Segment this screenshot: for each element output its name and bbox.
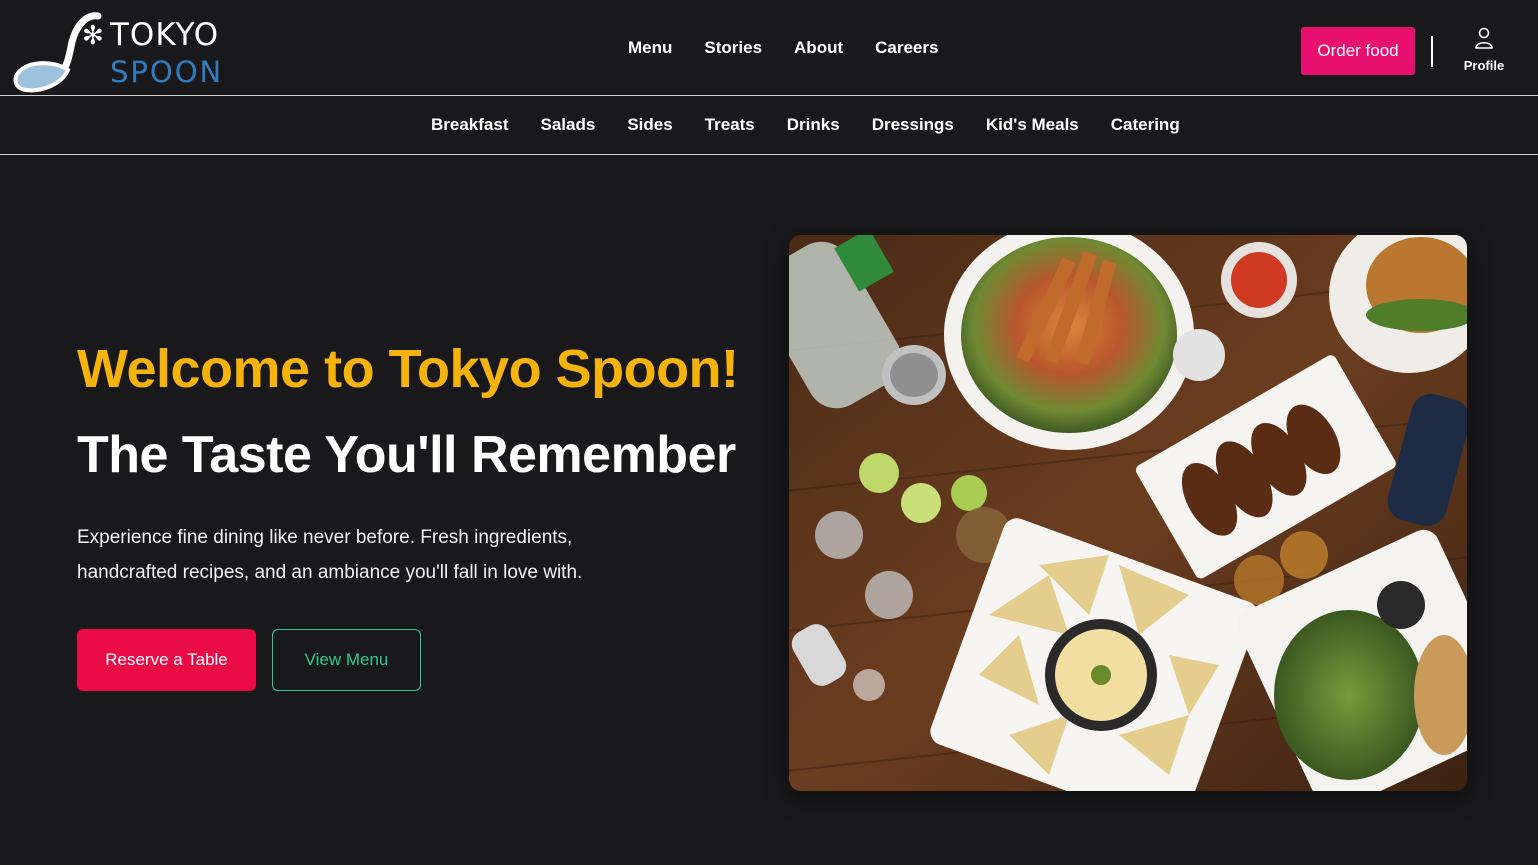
category-dressings[interactable]: Dressings xyxy=(856,113,970,137)
main-nav: Menu Stories About Careers xyxy=(612,36,954,60)
header-divider xyxy=(1431,36,1433,67)
category-catering[interactable]: Catering xyxy=(1095,113,1196,137)
category-drinks[interactable]: Drinks xyxy=(771,113,856,137)
category-sides[interactable]: Sides xyxy=(611,113,688,137)
flower-icon: ✻ xyxy=(82,20,104,50)
top-header: ✻ TOKYO SPOON Menu Stories About Careers… xyxy=(0,0,1538,96)
profile-label: Profile xyxy=(1463,58,1505,73)
category-salads[interactable]: Salads xyxy=(525,113,612,137)
category-nav: Breakfast Salads Sides Treats Drinks Dre… xyxy=(0,96,1538,155)
reserve-table-button[interactable]: Reserve a Table xyxy=(77,629,256,691)
category-kids-meals[interactable]: Kid's Meals xyxy=(970,113,1095,137)
category-treats[interactable]: Treats xyxy=(689,113,771,137)
category-breakfast[interactable]: Breakfast xyxy=(415,113,525,137)
nav-careers[interactable]: Careers xyxy=(859,36,954,60)
nav-menu[interactable]: Menu xyxy=(612,36,688,60)
view-menu-button[interactable]: View Menu xyxy=(272,629,421,691)
order-food-button[interactable]: Order food xyxy=(1301,27,1415,75)
site-logo[interactable]: ✻ TOKYO SPOON xyxy=(12,8,224,93)
profile-button[interactable]: Profile xyxy=(1458,26,1510,74)
logo-text-tokyo: TOKYO xyxy=(110,17,220,53)
logo-text-spoon: SPOON xyxy=(110,55,224,89)
hero-description: Experience fine dining like never before… xyxy=(77,527,583,583)
hero-subtitle: The Taste You'll Remember xyxy=(77,426,736,484)
hero-title: Welcome to Tokyo Spoon! xyxy=(77,339,739,399)
nav-about[interactable]: About xyxy=(778,36,859,60)
profile-user-icon xyxy=(1475,27,1493,49)
hero-food-image xyxy=(789,235,1467,791)
nav-stories[interactable]: Stories xyxy=(688,36,778,60)
